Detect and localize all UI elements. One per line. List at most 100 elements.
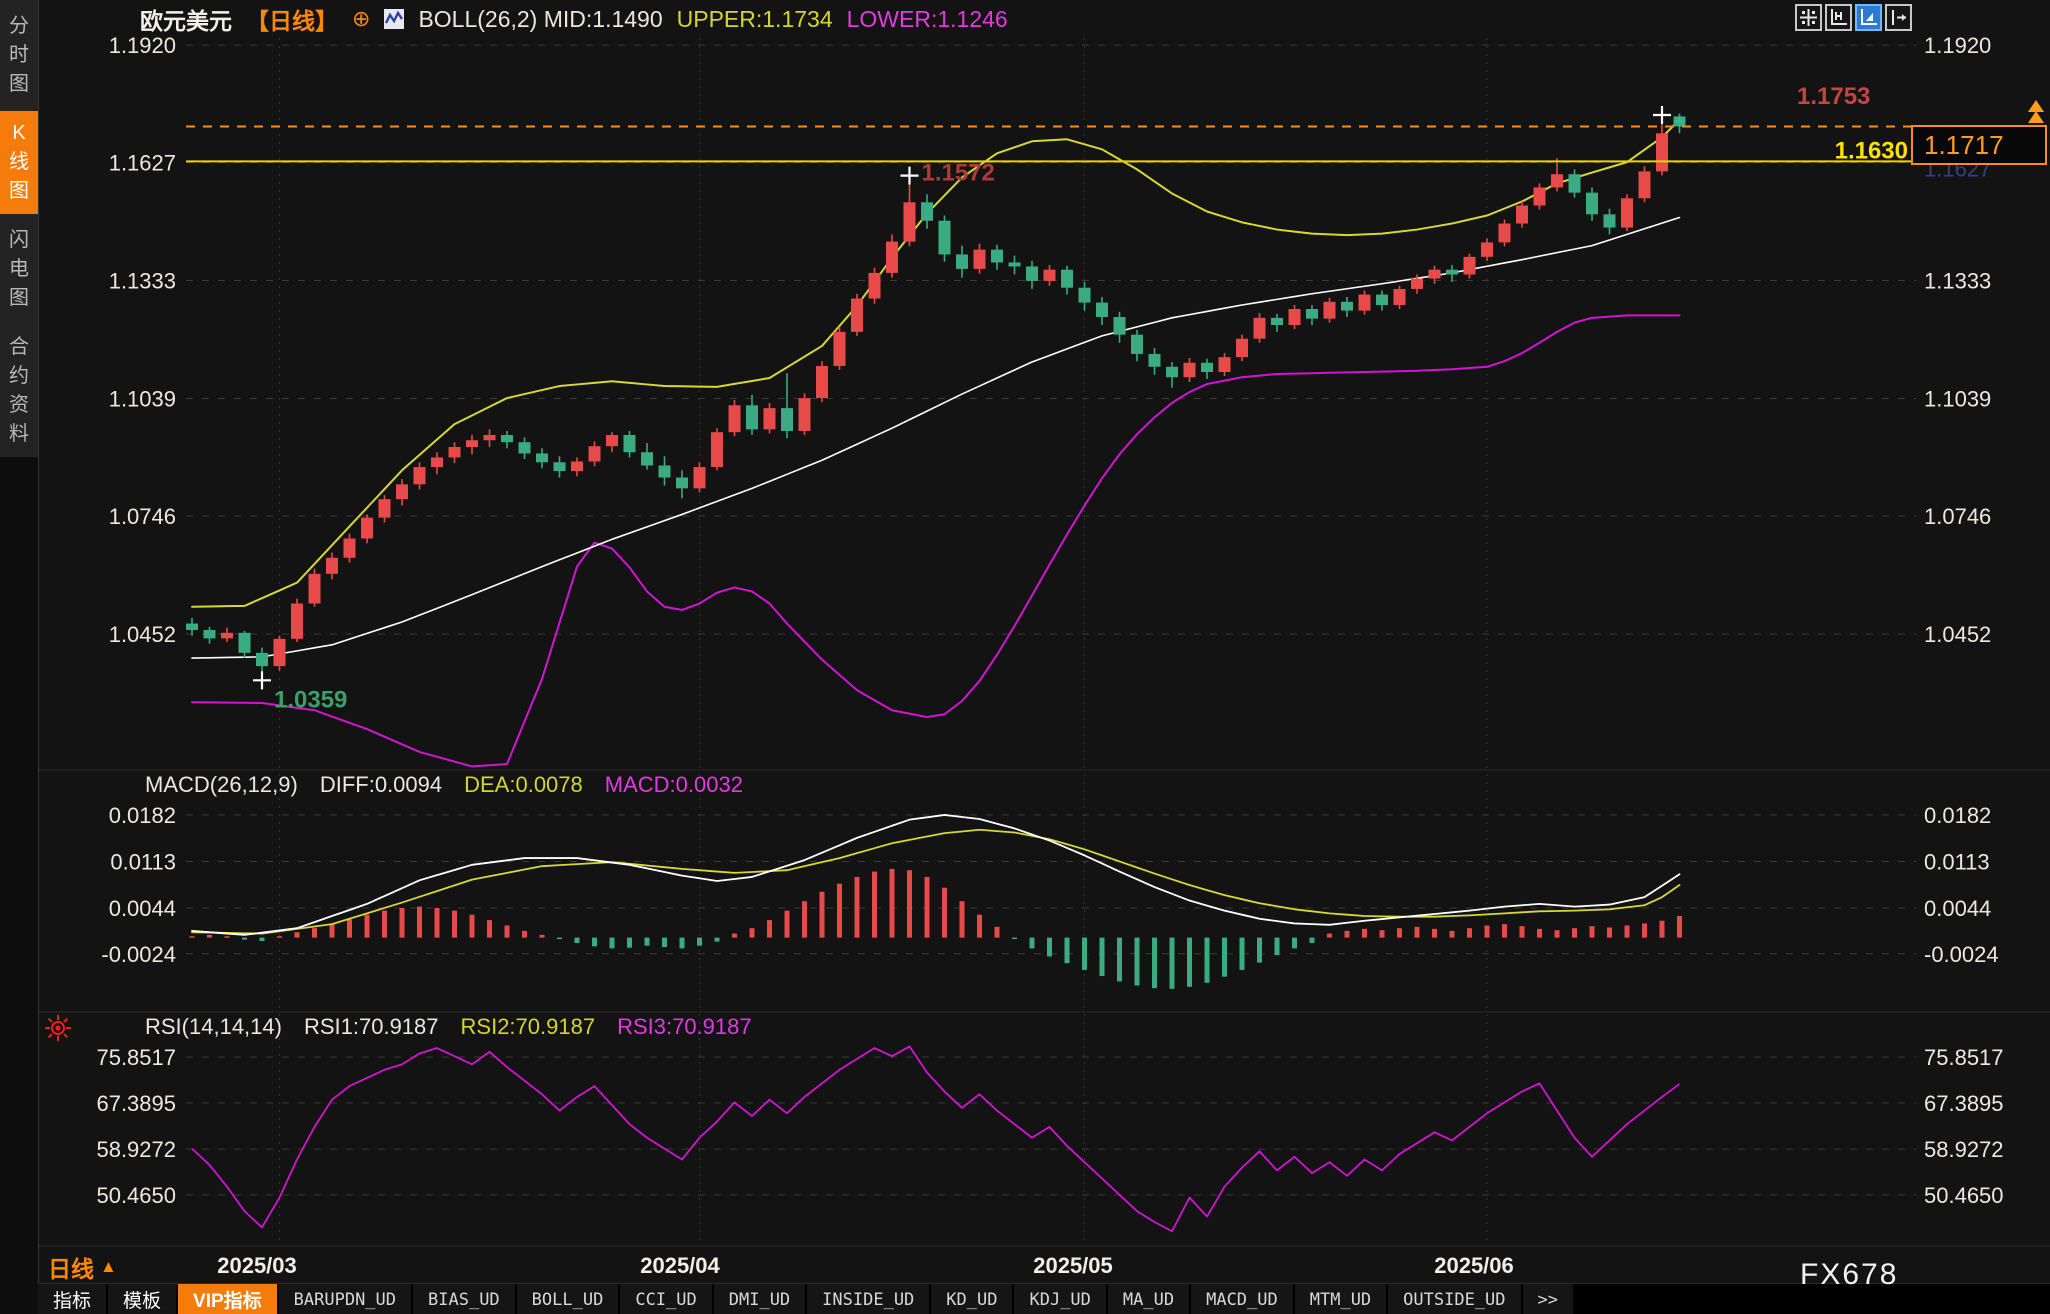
svg-text:1.1627: 1.1627 [109, 151, 176, 176]
svg-text:0.0113: 0.0113 [1924, 849, 1990, 874]
sidebar-item-1[interactable]: K线图 [0, 111, 38, 214]
svg-text:1.0746: 1.0746 [1924, 504, 1991, 529]
sidebar-item-char: 线 [9, 148, 29, 177]
svg-text:50.4650: 50.4650 [96, 1183, 176, 1208]
sidebar-item-char: 约 [9, 362, 29, 391]
tab-macd-ud[interactable]: MACD_UD [1191, 1284, 1295, 1314]
macd-title: MACD(26,12,9) [145, 772, 298, 798]
axis-scale-icon[interactable] [1825, 4, 1852, 31]
period-tag[interactable]: 【日线】 [246, 2, 338, 36]
sidebar-item-char: 图 [9, 284, 29, 313]
indicator-tabbar: 指标模板VIP指标BARUPDN_UDBIAS_UDBOLL_UDCCI_UDD… [38, 1283, 2050, 1314]
svg-text:1.1333: 1.1333 [1924, 269, 1991, 294]
tab-cci-ud[interactable]: CCI_UD [620, 1284, 713, 1314]
svg-text:58.9272: 58.9272 [96, 1137, 176, 1162]
tab-mtm-ud[interactable]: MTM_UD [1295, 1284, 1388, 1314]
svg-text:1.0746: 1.0746 [109, 504, 176, 529]
svg-text:1.0452: 1.0452 [109, 622, 176, 647]
svg-text:1.1039: 1.1039 [1924, 386, 1991, 411]
svg-text:67.3895: 67.3895 [1924, 1091, 2004, 1116]
svg-text:1.1572: 1.1572 [922, 160, 995, 187]
mini-chart-icon [384, 9, 404, 29]
add-indicator-icon[interactable]: ⊕ [352, 6, 370, 32]
svg-text:0.0044: 0.0044 [109, 896, 176, 921]
rsi3-label: RSI3:70.9187 [617, 1014, 752, 1040]
macd-diff-label: DIFF:0.0094 [320, 772, 442, 798]
svg-text:1.0452: 1.0452 [1924, 622, 1991, 647]
rsi-title: RSI(14,14,14) [145, 1014, 282, 1040]
svg-text:2025/06: 2025/06 [1434, 1253, 1514, 1278]
svg-text:-0.0024: -0.0024 [1924, 942, 1999, 967]
svg-text:1.1920: 1.1920 [1924, 33, 1991, 58]
svg-text:1.1333: 1.1333 [109, 269, 176, 294]
alert-sun-icon[interactable] [44, 1014, 72, 1047]
tab-ma-ud[interactable]: MA_UD [1108, 1284, 1191, 1314]
svg-text:67.3895: 67.3895 [96, 1091, 176, 1116]
sidebar-item-char: 闪 [9, 226, 29, 255]
sidebar-item-char: 资 [9, 391, 29, 420]
period-up-arrow-icon: ▲ [100, 1257, 117, 1277]
pane-shift-icon[interactable] [1885, 4, 1912, 31]
period-selector-label: 日线 [48, 1250, 94, 1284]
svg-text:2025/04: 2025/04 [640, 1253, 720, 1278]
svg-text:1.1630: 1.1630 [1835, 137, 1908, 164]
macd-macd-label: MACD:0.0032 [605, 772, 743, 798]
sidebar-item-char: K [12, 119, 25, 148]
sidebar-filler [0, 457, 38, 1314]
svg-text:2025/03: 2025/03 [217, 1253, 297, 1278]
tab-bias-ud[interactable]: BIAS_UD [413, 1284, 517, 1314]
macd-header: MACD(26,12,9) DIFF:0.0094 DEA:0.0078 MAC… [145, 772, 743, 798]
chart-header: 欧元美元 【日线】 ⊕ BOLL(26,2) MID:1.1490 UPPER:… [140, 4, 1008, 34]
tab-outside-ud[interactable]: OUTSIDE_UD [1388, 1284, 1522, 1314]
crosshair-tool-icon[interactable] [1795, 4, 1822, 31]
svg-text:0.0182: 0.0182 [109, 803, 176, 828]
tab--[interactable]: 模板 [108, 1284, 178, 1314]
boll-label: BOLL(26,2) MID:1.1490 [418, 6, 662, 33]
svg-text:1.1039: 1.1039 [109, 386, 176, 411]
tab--[interactable]: >> [1523, 1284, 1575, 1314]
period-selector[interactable]: 日线 ▲ [48, 1250, 117, 1284]
svg-text:0.0044: 0.0044 [1924, 896, 1991, 921]
tab-dmi-ud[interactable]: DMI_UD [714, 1284, 807, 1314]
trading-app-window: 1.1920 1.1627 1.1333 1.1039 1.0746 1.0452 1.19… [0, 0, 2050, 1314]
sidebar-item-0[interactable]: 分时图 [0, 4, 38, 107]
sidebar-item-2[interactable]: 闪电图 [0, 218, 38, 321]
boll-lower-label: LOWER:1.1246 [847, 6, 1008, 33]
chart-type-sidebar: 分时图K线图闪电图合约资料 [0, 0, 39, 1314]
sidebar-item-3[interactable]: 合约资料 [0, 325, 38, 457]
svg-text:0.0182: 0.0182 [1924, 803, 1991, 828]
chart-canvas[interactable]: 1.1920 1.1627 1.1333 1.1039 1.0746 1.0452 1.19… [0, 0, 2050, 1314]
rsi-header: RSI(14,14,14) RSI1:70.9187 RSI2:70.9187 … [145, 1014, 752, 1040]
watermark-logo: FX678 [1800, 1258, 1898, 1292]
svg-text:75.8517: 75.8517 [1924, 1045, 2004, 1070]
tab--[interactable]: 指标 [38, 1284, 108, 1314]
svg-text:1.1920: 1.1920 [109, 33, 176, 58]
svg-text:58.9272: 58.9272 [1924, 1137, 2004, 1162]
tab-vip-[interactable]: VIP指标 [178, 1284, 279, 1314]
tab-boll-ud[interactable]: BOLL_UD [517, 1284, 621, 1314]
tab-barupdn-ud[interactable]: BARUPDN_UD [279, 1284, 413, 1314]
svg-text:75.8517: 75.8517 [96, 1045, 176, 1070]
macd-dea-label: DEA:0.0078 [464, 772, 583, 798]
sidebar-item-char: 图 [9, 70, 29, 99]
symbol-name: 欧元美元 [140, 2, 232, 36]
chart-toolbar [1795, 4, 1912, 31]
sidebar-item-char: 电 [9, 255, 29, 284]
sidebar-item-char: 料 [9, 420, 29, 449]
svg-text:1.1717: 1.1717 [1924, 130, 2004, 160]
svg-text:0.0113: 0.0113 [110, 849, 176, 874]
auto-scroll-icon[interactable] [1855, 4, 1882, 31]
rsi2-label: RSI2:70.9187 [461, 1014, 596, 1040]
tab-kdj-ud[interactable]: KDJ_UD [1014, 1284, 1107, 1314]
rsi1-label: RSI1:70.9187 [304, 1014, 439, 1040]
sidebar-item-char: 时 [9, 41, 29, 70]
sidebar-item-char: 分 [9, 12, 29, 41]
tab-kd-ud[interactable]: KD_UD [931, 1284, 1014, 1314]
svg-text:-0.0024: -0.0024 [101, 942, 176, 967]
sidebar-item-char: 图 [9, 177, 29, 206]
tab-inside-ud[interactable]: INSIDE_UD [807, 1284, 931, 1314]
svg-text:2025/05: 2025/05 [1033, 1253, 1113, 1278]
boll-upper-label: UPPER:1.1734 [677, 6, 833, 33]
svg-text:1.1753: 1.1753 [1797, 83, 1870, 110]
svg-text:50.4650: 50.4650 [1924, 1183, 2004, 1208]
